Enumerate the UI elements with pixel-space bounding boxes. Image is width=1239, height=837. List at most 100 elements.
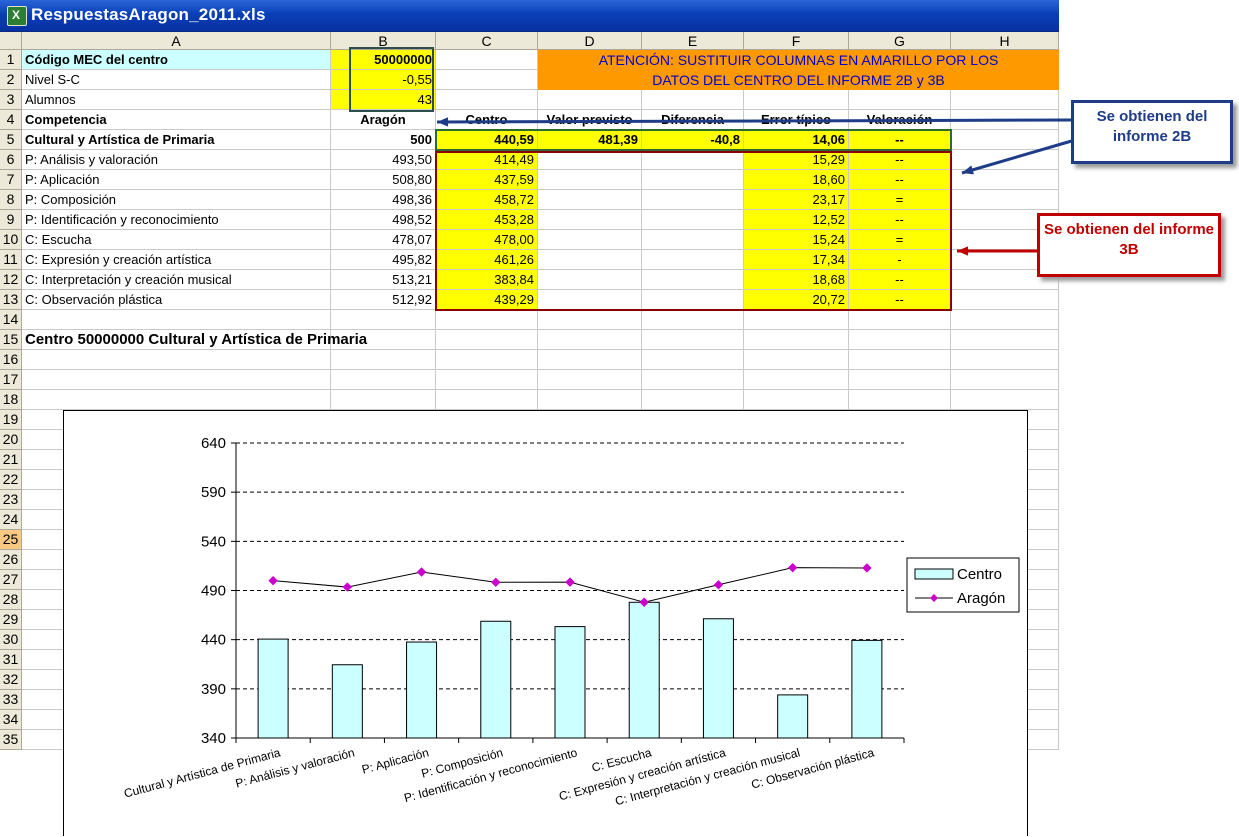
summary-valoracion[interactable]: -- [849,130,951,150]
cell-d6[interactable] [538,150,642,170]
cell-e11[interactable] [642,250,744,270]
summary-name[interactable]: Cultural y Artística de Primaria [22,130,331,150]
cell-h5[interactable] [951,130,1059,150]
row-header-7[interactable]: 7 [0,170,22,190]
cell-b17[interactable] [331,370,436,390]
chart[interactable]: 340 390 440 490 540 590 640 Cultural y Artístic… [63,410,1028,836]
summary-error-tipico[interactable]: 14,06 [744,130,849,150]
header-valor-previsto[interactable]: Valor previsto [538,110,642,130]
item-valoracion[interactable]: -- [849,210,951,230]
cell-d10[interactable] [538,230,642,250]
item-error-tipico[interactable]: 23,17 [744,190,849,210]
row-header-5[interactable]: 5 [0,130,22,150]
item-error-tipico[interactable]: 15,29 [744,150,849,170]
row-header-26[interactable]: 26 [0,550,22,570]
item-centro[interactable]: 478,00 [436,230,538,250]
column-header-f[interactable]: F [744,32,849,50]
cell-d7[interactable] [538,170,642,190]
row-header-35[interactable]: 35 [0,730,22,750]
cell-e6[interactable] [642,150,744,170]
cell-d9[interactable] [538,210,642,230]
cell-e17[interactable] [642,370,744,390]
item-name[interactable]: C: Interpretación y creación musical [22,270,331,290]
cell-b14[interactable] [331,310,436,330]
header-error-tipico[interactable]: Error típico [744,110,849,130]
cell-f3[interactable] [744,90,849,110]
header-competencia[interactable]: Competencia [22,110,331,130]
row-header-11[interactable]: 11 [0,250,22,270]
row-header-24[interactable]: 24 [0,510,22,530]
cell-e7[interactable] [642,170,744,190]
item-valoracion[interactable]: = [849,190,951,210]
item-aragon[interactable]: 493,50 [331,150,436,170]
cell-f16[interactable] [744,350,849,370]
item-valoracion[interactable]: -- [849,170,951,190]
row-header-23[interactable]: 23 [0,490,22,510]
item-valoracion[interactable]: = [849,230,951,250]
cell-f15[interactable] [744,330,849,350]
row-header-13[interactable]: 13 [0,290,22,310]
item-centro[interactable]: 414,49 [436,150,538,170]
cell-h13[interactable] [951,290,1059,310]
item-error-tipico[interactable]: 12,52 [744,210,849,230]
row-header-33[interactable]: 33 [0,690,22,710]
item-error-tipico[interactable]: 18,60 [744,170,849,190]
cell-e16[interactable] [642,350,744,370]
cell-d14[interactable] [538,310,642,330]
row-header-9[interactable]: 9 [0,210,22,230]
item-name[interactable]: C: Escucha [22,230,331,250]
alumnos-label[interactable]: Alumnos [22,90,331,110]
cell-h16[interactable] [951,350,1059,370]
cell-g17[interactable] [849,370,951,390]
item-centro[interactable]: 453,28 [436,210,538,230]
item-aragon[interactable]: 498,36 [331,190,436,210]
row-header-2[interactable]: 2 [0,70,22,90]
item-aragon[interactable]: 495,82 [331,250,436,270]
item-aragon[interactable]: 512,92 [331,290,436,310]
cell-h15[interactable] [951,330,1059,350]
cell-c3[interactable] [436,90,538,110]
cell-g18[interactable] [849,390,951,410]
row-header-30[interactable]: 30 [0,630,22,650]
header-centro[interactable]: Centro [436,110,538,130]
column-header-g[interactable]: G [849,32,951,50]
cell-a16[interactable] [22,350,331,370]
row-header-1[interactable]: 1 [0,50,22,70]
cell-b18[interactable] [331,390,436,410]
item-valoracion[interactable]: -- [849,290,951,310]
row-header-20[interactable]: 20 [0,430,22,450]
header-diferencia[interactable]: Diferencia [642,110,744,130]
cell-d8[interactable] [538,190,642,210]
row-header-8[interactable]: 8 [0,190,22,210]
cell-b16[interactable] [331,350,436,370]
cell-c17[interactable] [436,370,538,390]
cell-d13[interactable] [538,290,642,310]
cell-a18[interactable] [22,390,331,410]
row-header-4[interactable]: 4 [0,110,22,130]
item-error-tipico[interactable]: 17,34 [744,250,849,270]
column-header-h[interactable]: H [951,32,1059,50]
cell-c2[interactable] [436,70,538,90]
column-header-c[interactable]: C [436,32,538,50]
item-aragon[interactable]: 508,80 [331,170,436,190]
item-error-tipico[interactable]: 20,72 [744,290,849,310]
item-centro[interactable]: 458,72 [436,190,538,210]
row-header-16[interactable]: 16 [0,350,22,370]
cell-d18[interactable] [538,390,642,410]
item-centro[interactable]: 437,59 [436,170,538,190]
cell-e3[interactable] [642,90,744,110]
item-name[interactable]: P: Identificación y reconocimiento [22,210,331,230]
cell-g3[interactable] [849,90,951,110]
row-header-21[interactable]: 21 [0,450,22,470]
header-aragon[interactable]: Aragón [331,110,436,130]
row-header-17[interactable]: 17 [0,370,22,390]
column-header-a[interactable]: A [22,32,331,50]
cell-e18[interactable] [642,390,744,410]
cell-h3[interactable] [951,90,1059,110]
cell-e9[interactable] [642,210,744,230]
row-header-32[interactable]: 32 [0,670,22,690]
codigo-mec-label[interactable]: Código MEC del centro [22,50,331,70]
item-name[interactable]: P: Composición [22,190,331,210]
row-header-6[interactable]: 6 [0,150,22,170]
cell-e15[interactable] [642,330,744,350]
